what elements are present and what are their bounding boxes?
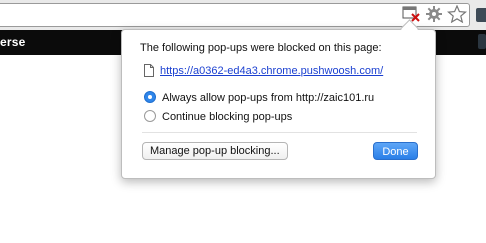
blocked-popup-link[interactable]: https://a0362-ed4a3.chrome.pushwoosh.com…: [160, 65, 383, 77]
address-bar[interactable]: [0, 3, 470, 27]
continue-blocking-label[interactable]: Continue blocking pop-ups: [162, 111, 292, 123]
page-navbar-text[interactable]: erse: [0, 35, 26, 49]
always-allow-label[interactable]: Always allow pop-ups from http://zaic101…: [162, 92, 374, 104]
bubble-title: The following pop-ups were blocked on th…: [140, 42, 382, 54]
gear-icon[interactable]: [424, 5, 444, 23]
page-navbar-edge-icon: [478, 34, 486, 49]
extension-icon[interactable]: [476, 8, 486, 22]
star-icon[interactable]: [447, 5, 467, 23]
continue-blocking-radio[interactable]: [144, 110, 156, 122]
manage-popup-blocking-button[interactable]: Manage pop-up blocking...: [142, 142, 288, 160]
done-button[interactable]: Done: [373, 142, 418, 160]
popup-blocked-bubble: The following pop-ups were blocked on th…: [121, 29, 436, 179]
divider: [142, 132, 417, 133]
document-icon: [144, 64, 154, 77]
always-allow-radio[interactable]: [144, 91, 156, 103]
